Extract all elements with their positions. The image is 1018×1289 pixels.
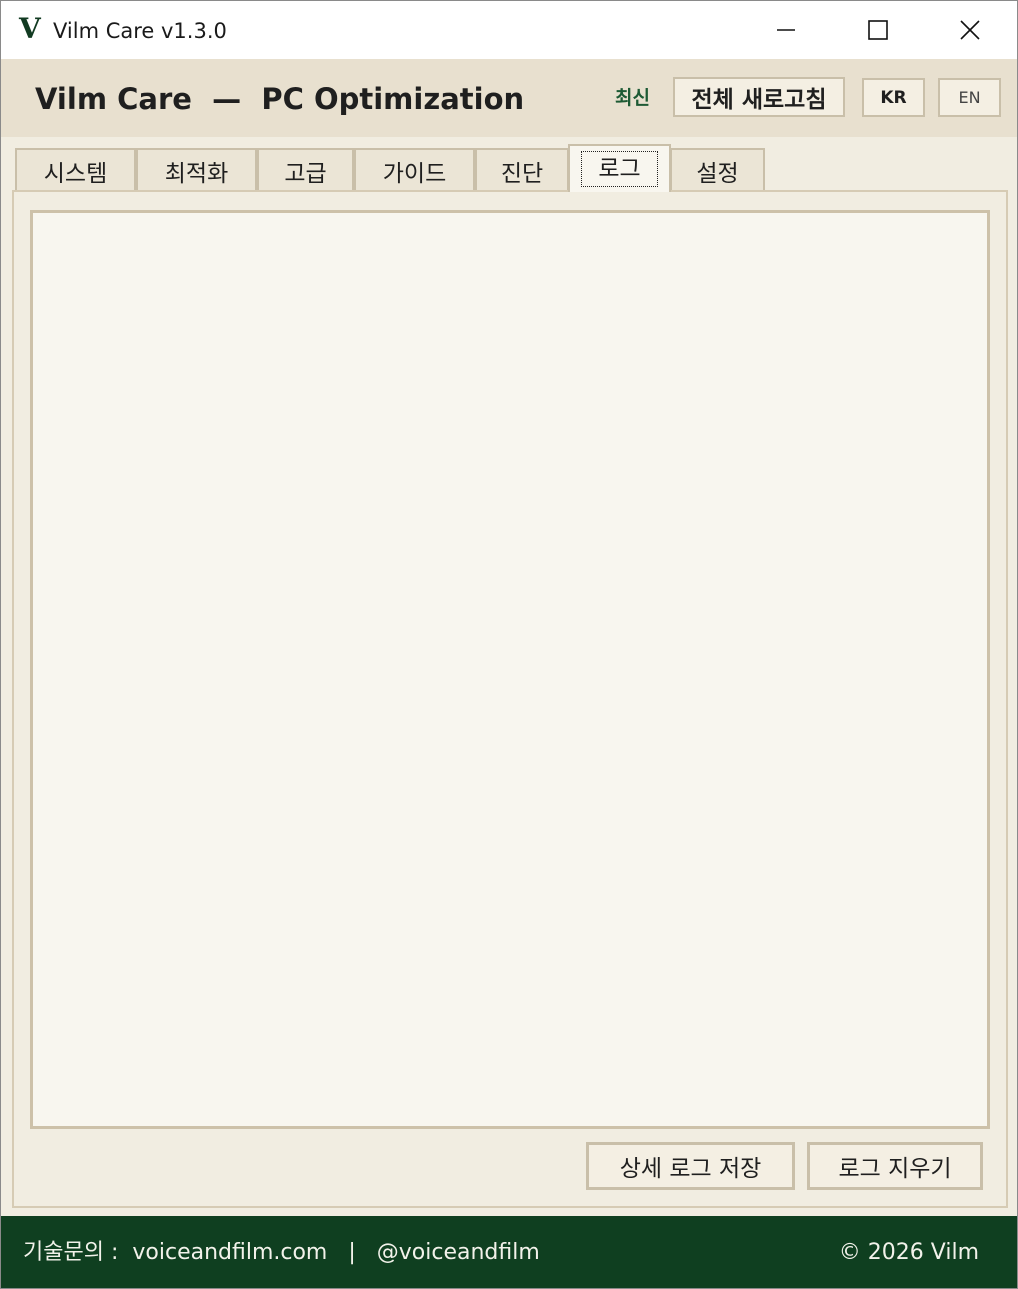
app-logo-icon: V: [19, 12, 41, 45]
tab-guide[interactable]: 가이드: [354, 148, 475, 191]
log-textarea[interactable]: [30, 210, 990, 1129]
app-header: Vilm Care — PC Optimization 최신 전체 새로고침 K…: [1, 59, 1017, 137]
copyright: © 2026 Vilm: [838, 1240, 979, 1265]
tab-system[interactable]: 시스템: [15, 148, 136, 191]
maximize-button[interactable]: [832, 1, 924, 59]
refresh-all-button[interactable]: 전체 새로고침: [673, 77, 845, 117]
tab-advanced[interactable]: 고급: [257, 148, 354, 191]
website-link[interactable]: voiceandfilm.com: [132, 1240, 327, 1265]
tab-log-label: 로그: [581, 151, 658, 187]
close-button[interactable]: [924, 1, 1016, 59]
tab-settings[interactable]: 설정: [670, 148, 765, 191]
status-latest-badge: 최신: [615, 87, 650, 109]
maximize-icon: [868, 20, 888, 40]
app-window: V Vilm Care v1.3.0 Vilm Care — PC Optimi…: [0, 0, 1018, 1289]
title-bar[interactable]: V Vilm Care v1.3.0: [1, 1, 1017, 59]
footer-separator: |: [348, 1240, 356, 1265]
tab-log[interactable]: 로그: [568, 144, 671, 192]
minimize-button[interactable]: [740, 1, 832, 59]
save-detailed-log-button[interactable]: 상세 로그 저장: [586, 1142, 795, 1190]
header-title: Vilm Care — PC Optimization: [35, 82, 525, 116]
window-title: Vilm Care v1.3.0: [53, 19, 227, 43]
footer: 기술문의 : voiceandfilm.com | @voiceandfilm …: [1, 1216, 1017, 1288]
footer-contact: 기술문의 : voiceandfilm.com | @voiceandfilm: [23, 1238, 540, 1268]
minimize-icon: [777, 29, 795, 31]
social-handle-link[interactable]: @voiceandfilm: [377, 1240, 540, 1265]
language-en-button[interactable]: EN: [938, 78, 1001, 117]
close-icon: [960, 20, 980, 40]
tab-optimize[interactable]: 최적화: [136, 148, 257, 191]
clear-log-button[interactable]: 로그 지우기: [807, 1142, 983, 1190]
contact-label: 기술문의 :: [23, 1240, 119, 1265]
tab-diagnostics[interactable]: 진단: [475, 148, 569, 191]
language-kr-button[interactable]: KR: [862, 78, 925, 117]
